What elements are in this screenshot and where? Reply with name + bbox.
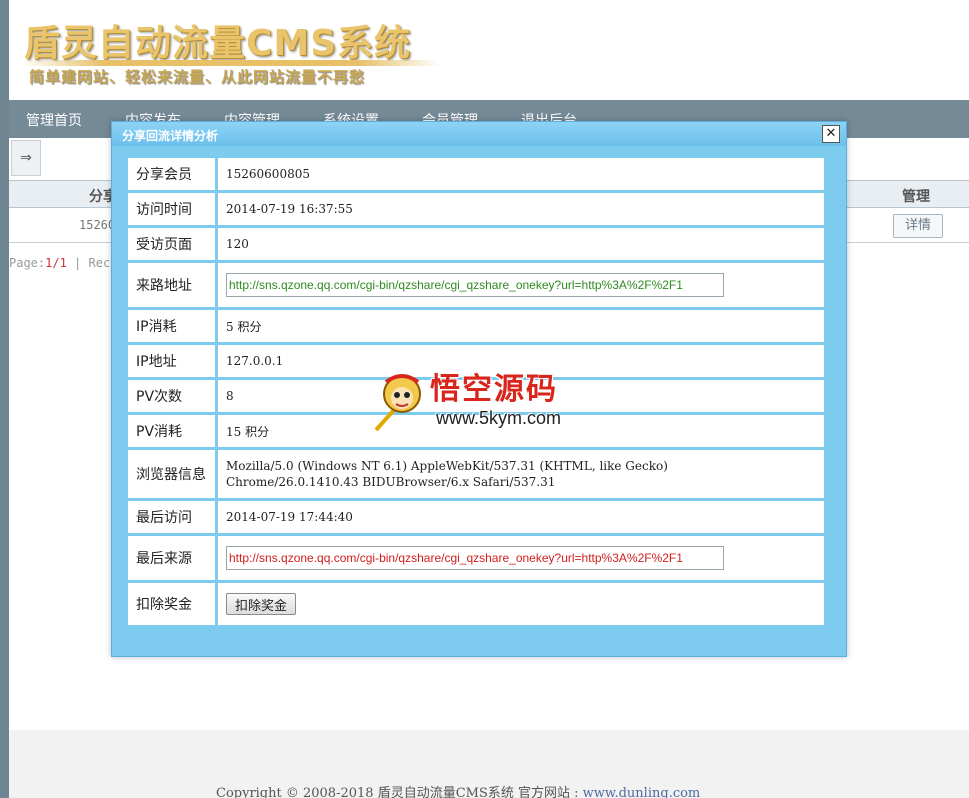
referrer-url-field[interactable]: http://sns.qzone.qq.com/cgi-bin/qzshare/…: [226, 273, 724, 297]
field-label: IP地址: [128, 345, 215, 377]
field-row-last-visit: 最后访问 2014-07-19 17:44:40: [128, 501, 824, 533]
footer: Copyright © 2008-2018 盾灵自动流量CMS系统 官方网站 :…: [9, 730, 969, 798]
field-label: 浏览器信息: [128, 450, 215, 498]
field-label: 最后访问: [128, 501, 215, 533]
monkey-logo-icon: [374, 374, 421, 432]
field-row-share-member: 分享会员 15260600805: [128, 158, 824, 190]
field-row-visit-time: 访问时间 2014-07-19 16:37:55: [128, 193, 824, 225]
field-value-container: http://sns.qzone.qq.com/cgi-bin/qzshare/…: [218, 263, 824, 307]
field-row-ip-cost: IP消耗 5 积分: [128, 310, 824, 342]
deduct-bonus-button[interactable]: 扣除奖金: [226, 593, 297, 615]
field-row-referrer: 来路地址 http://sns.qzone.qq.com/cgi-bin/qzs…: [128, 263, 824, 307]
logo-title: 盾灵自动流量CMS系统: [24, 23, 412, 64]
field-row-last-source: 最后来源 http://sns.qzone.qq.com/cgi-bin/qzs…: [128, 536, 824, 580]
left-edge-strip: [0, 0, 9, 798]
pager-current[interactable]: 1/1: [45, 256, 67, 270]
close-icon[interactable]: ✕: [822, 125, 840, 143]
field-row-visited-page: 受访页面 120: [128, 228, 824, 260]
field-label: 扣除奖金: [128, 583, 215, 625]
browser-info-line-2: Chrome/26.0.1410.43 BIDUBrowser/6.x Safa…: [226, 475, 556, 489]
last-source-url-field[interactable]: http://sns.qzone.qq.com/cgi-bin/qzshare/…: [226, 546, 724, 570]
field-label: PV消耗: [128, 415, 215, 447]
field-label: 来路地址: [128, 263, 215, 307]
field-value: 15260600805: [218, 158, 824, 190]
column-header-manage: 管理: [902, 189, 930, 205]
field-value: 2014-07-19 16:37:55: [218, 193, 824, 225]
watermark: 悟空源码 www.5kym.com: [372, 364, 602, 434]
pager-prefix: Page:: [9, 256, 46, 270]
field-label: PV次数: [128, 380, 215, 412]
pager: Page:1/1 | Reco: [9, 256, 117, 270]
field-value-container: 扣除奖金: [218, 583, 824, 625]
pager-separator: |: [66, 256, 89, 270]
nav-item-home[interactable]: 管理首页: [26, 110, 82, 130]
field-value: Mozilla/5.0 (Windows NT 6.1) AppleWebKit…: [218, 450, 824, 498]
field-label: 分享会员: [128, 158, 215, 190]
field-label: 最后来源: [128, 536, 215, 580]
field-value: 5 积分: [218, 310, 824, 342]
field-value-container: http://sns.qzone.qq.com/cgi-bin/qzshare/…: [218, 536, 824, 580]
copyright-text: Copyright © 2008-2018 盾灵自动流量CMS系统 官方网站 :: [216, 786, 583, 798]
logo-slogan: 简单建网站、轻松来流量、从此网站流量不再愁: [29, 68, 366, 86]
field-row-browser-info: 浏览器信息 Mozilla/5.0 (Windows NT 6.1) Apple…: [128, 450, 824, 498]
site-header: 盾灵自动流量CMS系统 简单建网站、轻松来流量、从此网站流量不再愁: [9, 0, 969, 100]
detail-button[interactable]: 详情: [893, 214, 943, 238]
field-label: IP消耗: [128, 310, 215, 342]
footer-link[interactable]: www.dunling.com: [583, 786, 701, 798]
field-label: 受访页面: [128, 228, 215, 260]
footer-copyright: Copyright © 2008-2018 盾灵自动流量CMS系统 官方网站 :…: [216, 782, 700, 798]
watermark-title: 悟空源码: [430, 372, 558, 407]
watermark-url: www.5kym.com: [436, 408, 562, 428]
field-label: 访问时间: [128, 193, 215, 225]
field-row-deduct-bonus: 扣除奖金 扣除奖金: [128, 583, 824, 625]
field-value: 2014-07-19 17:44:40: [218, 501, 824, 533]
row-member: 15260: [79, 218, 116, 232]
field-value: 120: [218, 228, 824, 260]
browser-info-line-1: Mozilla/5.0 (Windows NT 6.1) AppleWebKit…: [226, 459, 668, 473]
dialog-titlebar[interactable]: 分享回流详情分析 ✕: [112, 122, 846, 146]
dialog-title: 分享回流详情分析: [122, 129, 219, 143]
arrow-right-icon[interactable]: ⇒: [11, 140, 41, 176]
